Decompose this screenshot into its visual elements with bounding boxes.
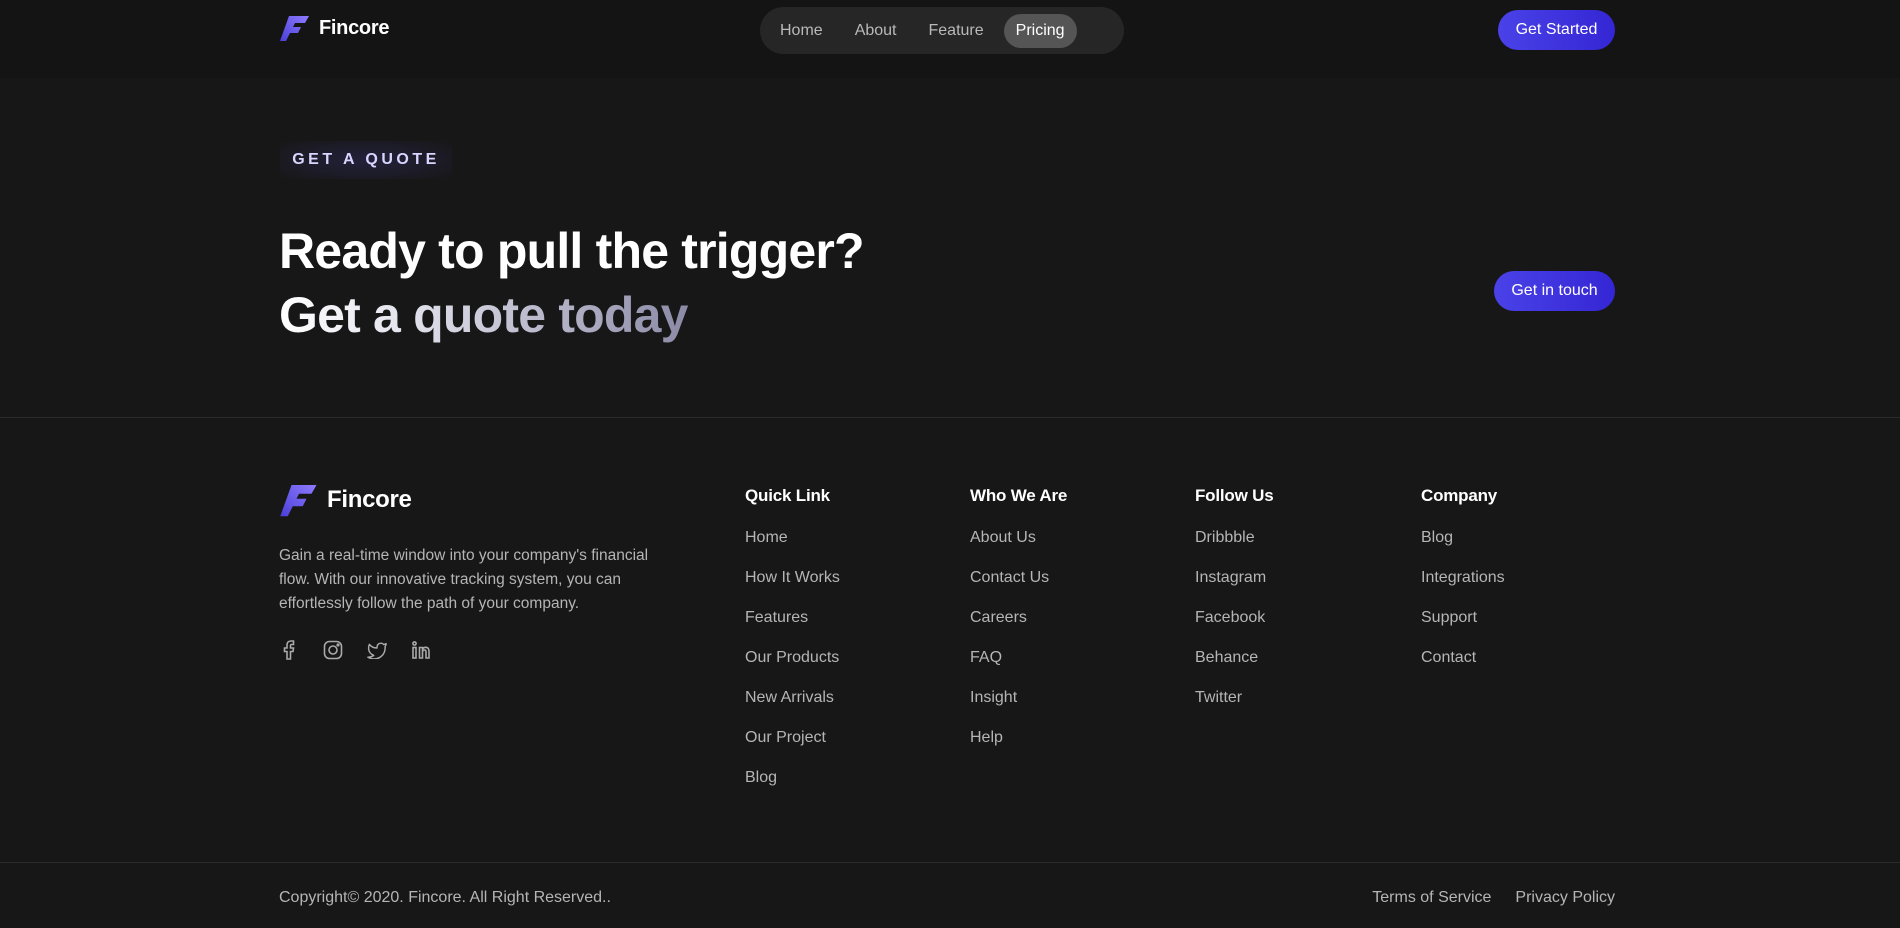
get-a-quote-tag: GET A QUOTE	[280, 141, 452, 179]
footer-link-careers[interactable]: Careers	[970, 608, 1067, 648]
site-header: Fincore Home About Feature Pricing Get S…	[0, 0, 1900, 78]
footer-link-contact-us[interactable]: Contact Us	[970, 568, 1067, 608]
logo-icon	[279, 482, 319, 518]
footer-link-help[interactable]: Help	[970, 728, 1067, 768]
brand-name: Fincore	[319, 16, 390, 39]
footer-brand-logo[interactable]: Fincore	[279, 482, 412, 518]
footer-description: Gain a real-time window into your compan…	[279, 547, 649, 612]
column-title: Quick Link	[745, 486, 830, 505]
nav-home[interactable]: Home	[768, 14, 835, 48]
footer-link-new-arrivals[interactable]: New Arrivals	[745, 688, 840, 728]
footer-link-facebook[interactable]: Facebook	[1195, 608, 1273, 648]
footer-link-our-products[interactable]: Our Products	[745, 648, 840, 688]
section-divider	[0, 417, 1900, 418]
footer-column-who-we-are: Who We Are About Us Contact Us Careers F…	[970, 486, 1067, 768]
copyright-text: Copyright© 2020. Fincore. All Right Rese…	[279, 889, 611, 906]
footer-link-support[interactable]: Support	[1421, 608, 1505, 648]
footer-link-contact[interactable]: Contact	[1421, 648, 1505, 688]
footer-link-behance[interactable]: Behance	[1195, 648, 1273, 688]
footer-link-faq[interactable]: FAQ	[970, 648, 1067, 688]
footer-link-blog[interactable]: Blog	[745, 768, 840, 808]
quote-subheadline: Get a quote today	[279, 287, 688, 343]
get-in-touch-button[interactable]: Get in touch	[1494, 271, 1615, 311]
footer-link-how-it-works[interactable]: How It Works	[745, 568, 840, 608]
footer-link-integrations[interactable]: Integrations	[1421, 568, 1505, 608]
nav-feature[interactable]: Feature	[917, 14, 996, 48]
footer-column-quick-link: Quick Link Home How It Works Features Ou…	[745, 486, 840, 808]
footer-brand-name: Fincore	[327, 486, 412, 513]
quote-headline: Ready to pull the trigger?	[279, 223, 865, 279]
nav-pricing[interactable]: Pricing	[1003, 13, 1077, 48]
footer-link-twitter[interactable]: Twitter	[1195, 688, 1273, 728]
footer-link-our-project[interactable]: Our Project	[745, 728, 840, 768]
main-nav: Home About Feature Pricing	[760, 7, 1124, 54]
social-links	[279, 639, 431, 661]
footer-link-dribbble[interactable]: Dribbble	[1195, 528, 1273, 568]
brand-logo[interactable]: Fincore	[279, 14, 389, 42]
legal-links: Terms of Service Privacy Policy	[1372, 889, 1615, 907]
instagram-icon[interactable]	[323, 639, 343, 661]
footer-link-features[interactable]: Features	[745, 608, 840, 648]
footer-link-about-us[interactable]: About Us	[970, 528, 1067, 568]
footer-column-follow-us: Follow Us Dribbble Instagram Facebook Be…	[1195, 486, 1274, 728]
nav-about[interactable]: About	[843, 14, 909, 48]
footer-link-insight[interactable]: Insight	[970, 688, 1067, 728]
get-started-button[interactable]: Get Started	[1498, 10, 1615, 50]
footer-link-home[interactable]: Home	[745, 528, 840, 568]
footer-link-blog[interactable]: Blog	[1421, 528, 1505, 568]
column-title: Who We Are	[970, 486, 1068, 505]
terms-of-service-link[interactable]: Terms of Service	[1372, 889, 1491, 907]
privacy-policy-link[interactable]: Privacy Policy	[1515, 889, 1615, 907]
footer-column-company: Company Blog Integrations Support Contac…	[1421, 486, 1505, 688]
facebook-icon[interactable]	[279, 639, 299, 661]
column-title: Company	[1421, 486, 1498, 505]
column-title: Follow Us	[1195, 486, 1274, 505]
linkedin-icon[interactable]	[411, 639, 431, 661]
footer-divider	[0, 862, 1900, 863]
twitter-icon[interactable]	[367, 639, 387, 661]
logo-icon	[279, 14, 311, 42]
footer-link-instagram[interactable]: Instagram	[1195, 568, 1273, 608]
